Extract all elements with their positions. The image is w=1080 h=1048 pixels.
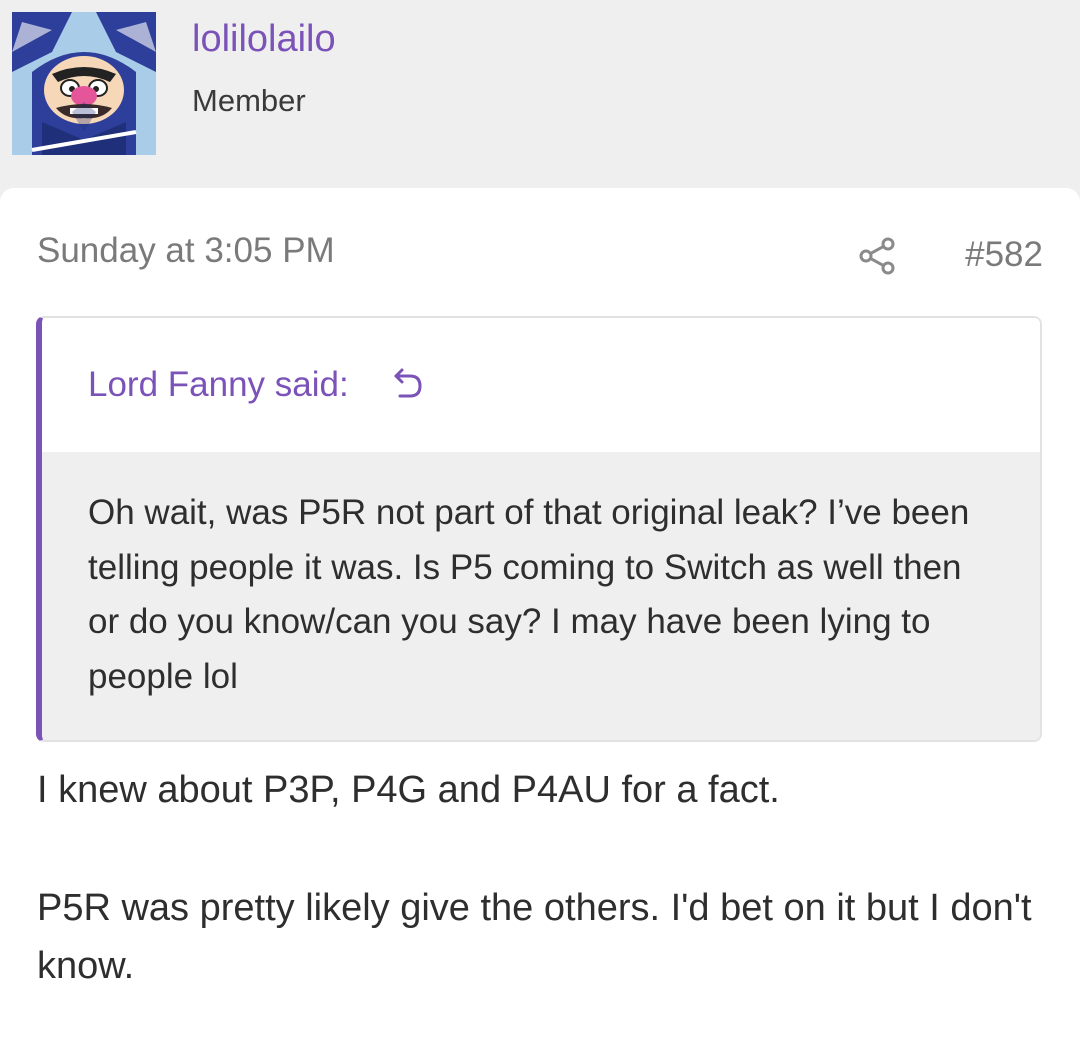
quote-text: Oh wait, was P5R not part of that origin… [88, 493, 970, 696]
user-header: lolilolailo Member [0, 0, 1080, 188]
post-number[interactable]: #582 [965, 234, 1043, 276]
post-card: Sunday at 3:05 PM #582 Lord Fanny said: … [0, 188, 1080, 1048]
post-body-paragraph: I knew about P3P, P4G and P4AU for a fac… [37, 769, 780, 811]
username[interactable]: lolilolailo [192, 16, 336, 62]
quote-header: Lord Fanny said: [42, 318, 1040, 452]
post-date[interactable]: Sunday at 3:05 PM [37, 230, 335, 272]
quote-author[interactable]: Lord Fanny said: [88, 364, 349, 406]
return-arrow-icon[interactable] [392, 366, 426, 402]
avatar[interactable] [12, 12, 156, 155]
quote-body: Oh wait, was P5R not part of that origin… [42, 452, 1040, 740]
wario-avatar-icon [12, 12, 156, 155]
share-icon[interactable] [858, 236, 898, 276]
quote-block: Lord Fanny said: Oh wait, was P5R not pa… [36, 316, 1042, 742]
user-title: Member [192, 83, 306, 118]
post-body-paragraph: P5R was pretty likely give the others. I… [37, 887, 1032, 987]
